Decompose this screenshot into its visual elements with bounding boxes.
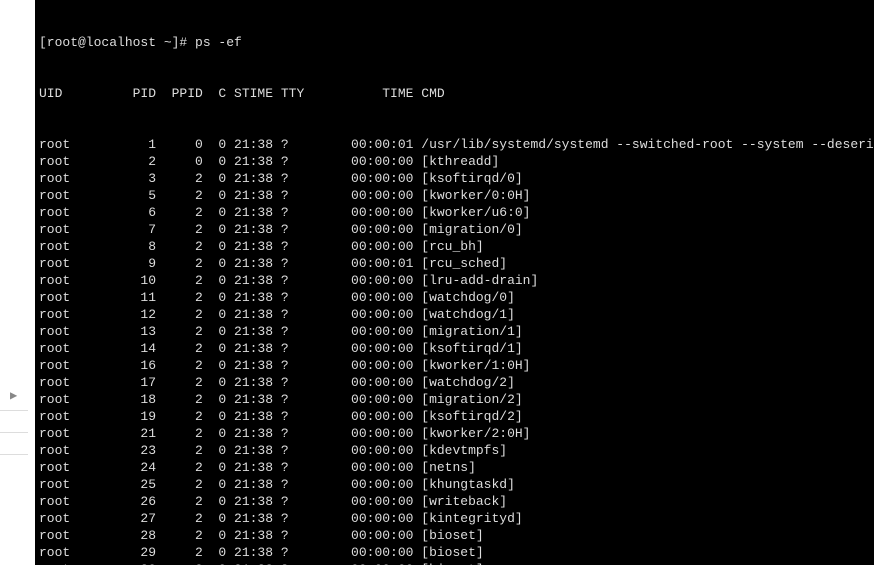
- process-row: root 11 2 0 21:38 ? 00:00:00 [watchdog/0…: [39, 289, 870, 306]
- process-row: root 8 2 0 21:38 ? 00:00:00 [rcu_bh]: [39, 238, 870, 255]
- process-row: root 23 2 0 21:38 ? 00:00:00 [kdevtmpfs]: [39, 442, 870, 459]
- process-row: root 30 2 0 21:38 ? 00:00:00 [bioset]: [39, 561, 870, 565]
- process-row: root 7 2 0 21:38 ? 00:00:00 [migration/0…: [39, 221, 870, 238]
- process-row: root 17 2 0 21:38 ? 00:00:00 [watchdog/2…: [39, 374, 870, 391]
- process-row: root 10 2 0 21:38 ? 00:00:00 [lru-add-dr…: [39, 272, 870, 289]
- process-row: root 16 2 0 21:38 ? 00:00:00 [kworker/1:…: [39, 357, 870, 374]
- process-row: root 13 2 0 21:38 ? 00:00:00 [migration/…: [39, 323, 870, 340]
- sidebar-divider: [0, 410, 28, 411]
- sidebar-divider: [0, 432, 28, 433]
- process-row: root 24 2 0 21:38 ? 00:00:00 [netns]: [39, 459, 870, 476]
- process-row: root 5 2 0 21:38 ? 00:00:00 [kworker/0:0…: [39, 187, 870, 204]
- process-row: root 26 2 0 21:38 ? 00:00:00 [writeback]: [39, 493, 870, 510]
- ps-header-row: UID PID PPID C STIME TTY TIME CMD: [39, 85, 870, 102]
- prompt-prefix: [root@localhost ~]#: [39, 35, 195, 50]
- sidebar-divider: [0, 454, 28, 455]
- process-row: root 2 0 0 21:38 ? 00:00:00 [kthreadd]: [39, 153, 870, 170]
- terminal-output[interactable]: [root@localhost ~]# ps -ef UID PID PPID …: [35, 0, 874, 565]
- process-row: root 14 2 0 21:38 ? 00:00:00 [ksoftirqd/…: [39, 340, 870, 357]
- process-row: root 18 2 0 21:38 ? 00:00:00 [migration/…: [39, 391, 870, 408]
- process-row: root 6 2 0 21:38 ? 00:00:00 [kworker/u6:…: [39, 204, 870, 221]
- editor-sidebar: ▶: [0, 0, 35, 565]
- prompt-command: ps -ef: [195, 35, 242, 50]
- process-row: root 3 2 0 21:38 ? 00:00:00 [ksoftirqd/0…: [39, 170, 870, 187]
- chevron-right-icon: ▶: [10, 388, 17, 405]
- process-row: root 1 0 0 21:38 ? 00:00:01 /usr/lib/sys…: [39, 136, 870, 153]
- prompt-line: [root@localhost ~]# ps -ef: [39, 34, 870, 51]
- process-row: root 28 2 0 21:38 ? 00:00:00 [bioset]: [39, 527, 870, 544]
- process-row: root 9 2 0 21:38 ? 00:00:01 [rcu_sched]: [39, 255, 870, 272]
- process-row: root 21 2 0 21:38 ? 00:00:00 [kworker/2:…: [39, 425, 870, 442]
- process-row: root 12 2 0 21:38 ? 00:00:00 [watchdog/1…: [39, 306, 870, 323]
- process-row: root 29 2 0 21:38 ? 00:00:00 [bioset]: [39, 544, 870, 561]
- process-row: root 19 2 0 21:38 ? 00:00:00 [ksoftirqd/…: [39, 408, 870, 425]
- process-row: root 27 2 0 21:38 ? 00:00:00 [kintegrity…: [39, 510, 870, 527]
- process-row: root 25 2 0 21:38 ? 00:00:00 [khungtaskd…: [39, 476, 870, 493]
